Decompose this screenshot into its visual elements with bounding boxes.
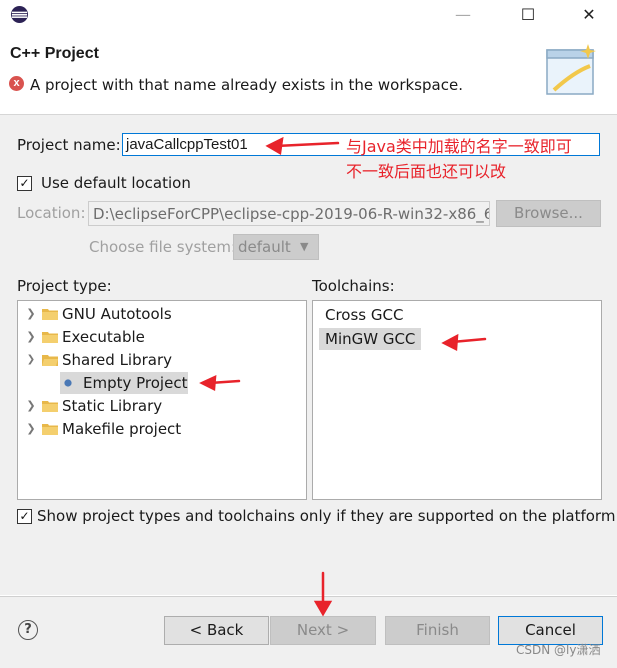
project-bullet-icon [64, 379, 72, 387]
chevron-down-icon: ▼ [300, 240, 309, 253]
tree-item-executable[interactable]: ❯ Executable [24, 326, 294, 348]
show-supported-checkbox[interactable]: ✓ [17, 509, 32, 524]
annotation-line-1: 与Java类中加载的名字一致即可 [346, 137, 572, 156]
toolchains-list[interactable]: Cross GCC MinGW GCC [312, 300, 602, 500]
watermark: CSDN @ly潇洒 [516, 643, 601, 657]
tree-item-label: Empty Project [83, 374, 188, 392]
toolchains-label: Toolchains: [312, 277, 395, 295]
tree-item-label: Static Library [62, 397, 163, 415]
folder-icon [42, 309, 58, 320]
toolchain-mingw-gcc[interactable]: MinGW GCC [319, 328, 422, 350]
location-label: Location: [17, 204, 86, 222]
project-type-label: Project type: [17, 277, 112, 295]
tree-item-label: GNU Autotools [62, 305, 172, 323]
browse-button[interactable]: Browse... [496, 200, 601, 227]
chevron-down-icon[interactable]: ❯ [24, 349, 38, 371]
use-default-location-checkbox[interactable]: ✓ [17, 176, 32, 191]
tree-item-makefile-project[interactable]: ❯ Makefile project [24, 418, 294, 440]
chevron-right-icon[interactable]: ❯ [24, 303, 38, 325]
tree-item-label: Shared Library [62, 351, 173, 369]
project-name-label: Project name: [17, 136, 121, 154]
folder-icon [42, 401, 58, 412]
chevron-right-icon[interactable]: ❯ [24, 395, 38, 417]
help-button[interactable]: ? [18, 620, 38, 640]
minimize-button[interactable]: — [440, 0, 486, 28]
project-name-value: javaCallcppTest01 [126, 136, 248, 153]
tree-item-static-library[interactable]: ❯ Static Library [24, 395, 294, 417]
wizard-banner-icon [546, 44, 596, 95]
tree-item-label: Executable [62, 328, 145, 346]
wizard-title: C++ Project [10, 45, 99, 62]
toolchain-cross-gcc[interactable]: Cross GCC [319, 304, 409, 326]
maximize-button[interactable]: ☐ [505, 0, 551, 28]
chevron-right-icon[interactable]: ❯ [24, 326, 38, 348]
use-default-location-label: Use default location [41, 174, 191, 192]
close-button[interactable]: ✕ [566, 0, 612, 28]
location-input[interactable]: D:\eclipseForCPP\eclipse-cpp-2019-06-R-w… [88, 201, 490, 226]
error-message: A project with that name already exists … [30, 76, 463, 94]
folder-open-icon [42, 355, 58, 366]
tree-item-shared-library[interactable]: ❯ Shared Library [24, 349, 294, 371]
tree-item-empty-project[interactable]: Empty Project [60, 372, 188, 394]
folder-icon [42, 424, 58, 435]
file-system-label: Choose file system: [89, 238, 237, 256]
chevron-right-icon[interactable]: ❯ [24, 418, 38, 440]
tree-item-label: Makefile project [62, 420, 182, 438]
finish-button[interactable]: Finish [385, 616, 490, 645]
next-button[interactable]: Next > [270, 616, 376, 645]
error-icon: x [9, 76, 24, 91]
annotation-line-2: 不一致后面也还可以改 [346, 162, 507, 181]
show-supported-label: Show project types and toolchains only i… [37, 507, 616, 525]
eclipse-app-icon [10, 5, 29, 24]
back-button[interactable]: < Back [164, 616, 269, 645]
wizard-header [0, 28, 617, 115]
folder-icon [42, 332, 58, 343]
tree-item-gnu-autotools[interactable]: ❯ GNU Autotools [24, 303, 294, 325]
project-type-tree[interactable]: ❯ GNU Autotools ❯ Executable ❯ Shared Li… [17, 300, 307, 500]
